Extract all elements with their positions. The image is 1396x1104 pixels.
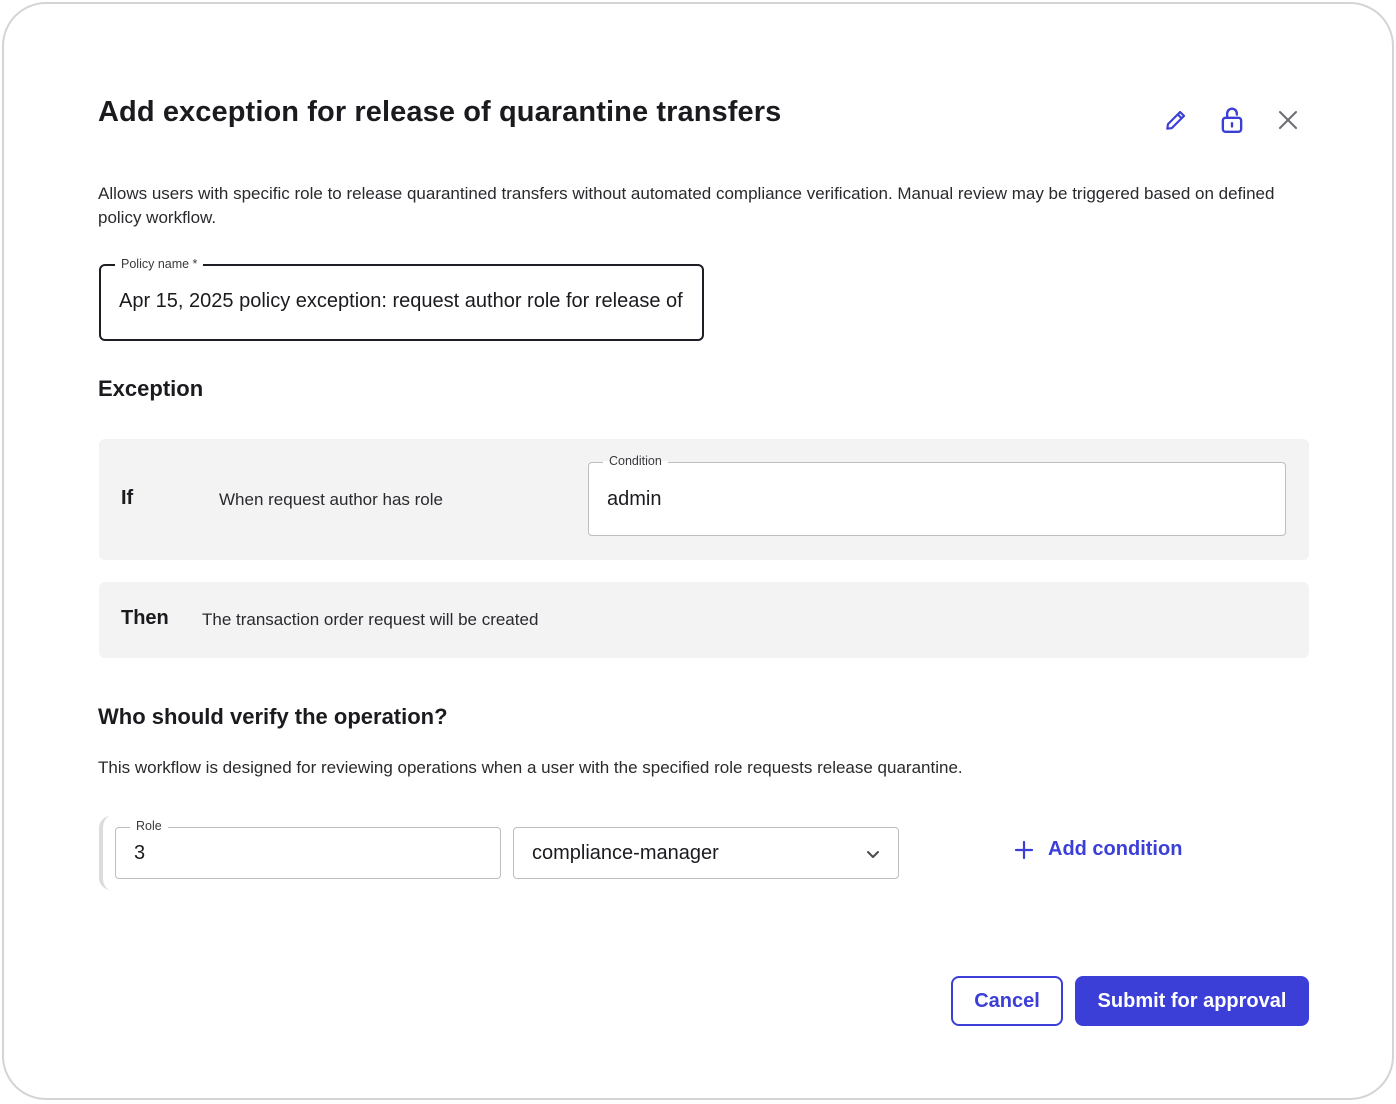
policy-name-field[interactable]: Policy name * Apr 15, 2025 policy except… [99,255,704,341]
pencil-icon [1166,110,1186,130]
policy-name-value[interactable]: Apr 15, 2025 policy exception: request a… [119,290,684,313]
condition-label: Condition [603,452,668,470]
submit-for-approval-button[interactable]: Submit for approval [1075,976,1309,1026]
add-condition-button[interactable]: Add condition [1014,838,1182,861]
then-text: The transaction order request will be cr… [202,610,539,629]
condition-value[interactable]: admin [607,488,661,511]
then-key: Then [121,607,169,629]
verify-heading: Who should verify the operation? [98,704,448,729]
add-condition-label: Add condition [1048,838,1183,860]
lock-button[interactable] [1210,104,1254,136]
unlock-icon [1221,107,1243,134]
verify-subtext: This workflow is designed for reviewing … [98,758,963,777]
role-select-value: compliance-manager [532,842,719,864]
if-key: If [121,487,134,509]
close-icon [1279,111,1297,129]
if-text: When request author has role [219,490,443,509]
close-button[interactable] [1266,104,1310,136]
role-label: Role [130,817,168,835]
edit-button[interactable] [1154,104,1198,136]
if-rule: If When request author has role Conditio… [99,439,1309,560]
condition-field[interactable]: Condition admin [588,452,1286,536]
then-rule: Then The transaction order request will … [99,582,1309,658]
plus-icon [1014,840,1034,859]
role-group-bracket [99,816,111,890]
chevron-down-icon [867,851,879,858]
exception-heading: Exception [98,376,204,401]
policy-name-label: Policy name * [115,255,204,273]
dialog: Add exception for release of quarantine … [2,2,1394,1100]
dialog-description: Allows users with specific role to relea… [98,184,1275,227]
role-select[interactable]: compliance-manager [513,827,899,879]
role-field[interactable]: Role 3 [115,817,501,879]
role-value[interactable]: 3 [134,842,145,865]
header-actions [1154,104,1322,136]
cancel-button[interactable]: Cancel [951,976,1063,1026]
dialog-title: Add exception for release of quarantine … [98,96,782,128]
